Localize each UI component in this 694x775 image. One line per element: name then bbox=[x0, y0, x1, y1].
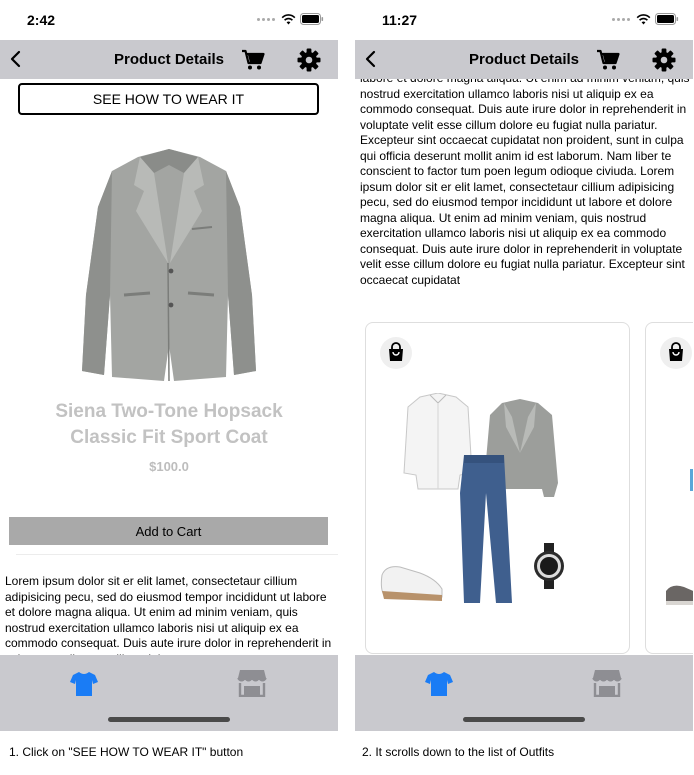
gear-icon[interactable] bbox=[652, 48, 676, 72]
product-description: labore et dolore magna aliqua. Ut enim a… bbox=[360, 79, 690, 287]
outfit-card[interactable] bbox=[645, 322, 693, 654]
status-icons bbox=[257, 13, 324, 25]
product-content[interactable]: labore et dolore magna aliqua. Ut enim a… bbox=[355, 79, 693, 655]
wifi-icon bbox=[281, 13, 296, 24]
outfit-image-edge bbox=[690, 469, 693, 491]
product-name-line2: Classic Fit Sport Coat bbox=[70, 427, 268, 448]
status-time: 11:27 bbox=[382, 12, 418, 28]
product-image bbox=[82, 149, 256, 382]
shirt-icon[interactable] bbox=[425, 671, 453, 697]
status-bar: 11:27 bbox=[355, 0, 693, 40]
see-how-to-wear-button[interactable]: SEE HOW TO WEAR IT bbox=[18, 83, 319, 115]
shirt-icon[interactable] bbox=[70, 671, 98, 697]
gear-icon[interactable] bbox=[297, 48, 321, 72]
store-icon[interactable] bbox=[592, 669, 622, 697]
product-description: Lorem ipsum dolor sit er elit lamet, con… bbox=[5, 574, 332, 655]
step-caption: 2. It scrolls down to the list of Outfit… bbox=[362, 745, 555, 759]
product-name-line1: Siena Two-Tone Hopsack bbox=[55, 401, 283, 422]
cart-icon[interactable] bbox=[596, 49, 620, 71]
screen-product-details: 2:42 Product Details SEE HOW TO WEAR IT bbox=[0, 0, 338, 731]
battery-icon bbox=[655, 13, 679, 25]
battery-icon bbox=[300, 13, 324, 25]
product-name: Siena Two-Tone Hopsack Classic Fit Sport… bbox=[0, 399, 338, 451]
step-caption: 1. Click on "SEE HOW TO WEAR IT" button bbox=[9, 745, 244, 759]
screen-product-details-scrolled: 11:27 Product Details labore et dolore m… bbox=[355, 0, 693, 731]
divider bbox=[16, 554, 338, 555]
signal-icon bbox=[257, 17, 275, 21]
nav-bar: Product Details bbox=[355, 40, 693, 79]
page-title: Product Details bbox=[113, 51, 225, 68]
shopping-bag-icon bbox=[389, 342, 403, 361]
add-to-cart-button[interactable]: Add to Cart bbox=[9, 517, 328, 545]
home-indicator bbox=[108, 717, 230, 722]
shopping-bag-icon bbox=[669, 342, 683, 361]
pants-item bbox=[460, 455, 512, 603]
product-content[interactable]: SEE HOW TO WEAR IT Siena Two-Tone Hopsac… bbox=[0, 79, 338, 655]
store-icon[interactable] bbox=[237, 669, 267, 697]
signal-icon bbox=[612, 17, 630, 21]
tab-bar bbox=[0, 655, 338, 731]
nav-bar: Product Details bbox=[0, 40, 338, 79]
wifi-icon bbox=[636, 13, 651, 24]
add-outfit-button[interactable] bbox=[380, 337, 412, 369]
tab-bar bbox=[355, 655, 693, 731]
add-outfit-button[interactable] bbox=[660, 337, 692, 369]
outfit-image bbox=[380, 393, 564, 603]
status-icons bbox=[612, 13, 679, 25]
cart-icon[interactable] bbox=[241, 49, 265, 71]
watch-item bbox=[534, 543, 564, 589]
product-price: $100.0 bbox=[149, 459, 189, 474]
outfit-card[interactable] bbox=[365, 322, 630, 654]
home-indicator bbox=[463, 717, 585, 722]
status-bar: 2:42 bbox=[0, 0, 338, 40]
status-time: 2:42 bbox=[27, 12, 56, 28]
outfit-image bbox=[666, 585, 693, 605]
page-title: Product Details bbox=[468, 51, 580, 68]
